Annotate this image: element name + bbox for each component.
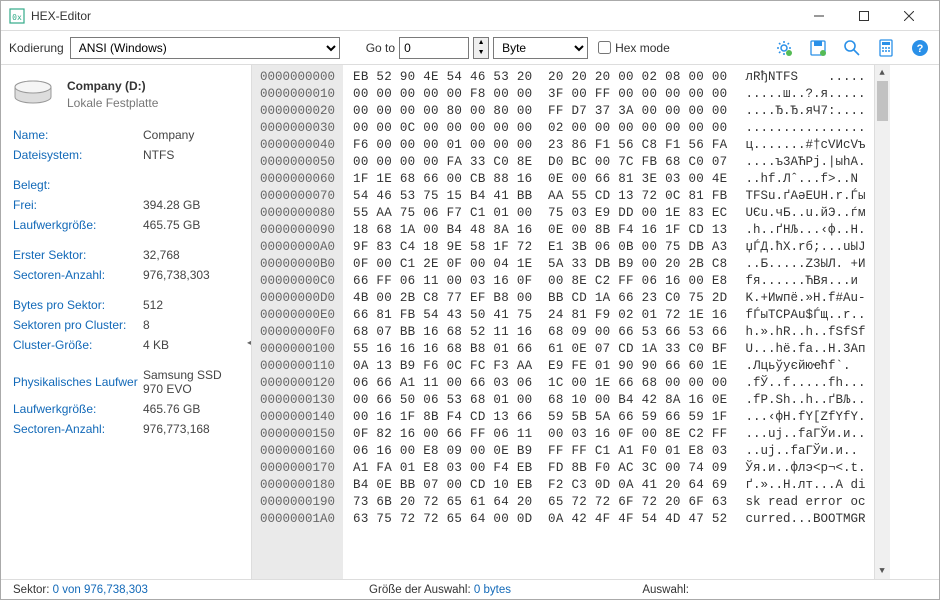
hex-offset-column: 0000000000 0000000010 0000000020 0000000… (252, 65, 343, 579)
bps-value: 512 (143, 298, 163, 312)
pseccount-label: Sectoren-Anzahl: (13, 422, 143, 436)
drive-subtitle: Lokale Festplatte (67, 96, 158, 110)
calculator-icon[interactable] (875, 37, 897, 59)
titlebar: 0x HEX-Editor (1, 1, 939, 31)
close-button[interactable] (886, 1, 931, 30)
scroll-down-icon[interactable]: ▼ (875, 563, 890, 579)
psize-value: 465.76 GB (143, 402, 200, 416)
psize-label: Laufwerkgröße: (13, 402, 143, 416)
search-icon[interactable] (841, 37, 863, 59)
free-value: 394.28 GB (143, 198, 200, 212)
hex-view[interactable]: 0000000000 0000000010 0000000020 0000000… (251, 65, 939, 579)
cs-label: Cluster-Größe: (13, 338, 143, 352)
name-value: Company (143, 128, 194, 142)
scroll-up-icon[interactable]: ▲ (875, 65, 890, 81)
size-label: Laufwerkgröße: (13, 218, 143, 232)
used-label: Belegt: (13, 178, 143, 192)
phys-label: Physikalisches Laufwer (13, 375, 143, 389)
disk-save-icon[interactable] (807, 37, 829, 59)
spinner-down-icon[interactable]: ▼ (474, 48, 488, 58)
spc-value: 8 (143, 318, 150, 332)
phys-value: Samsung SSD 970 EVO (143, 368, 239, 396)
goto-input[interactable] (399, 37, 469, 59)
cs-value: 4 KB (143, 338, 169, 352)
hexmode-checkbox[interactable] (598, 41, 611, 54)
fs-value: NTFS (143, 148, 174, 162)
seccount-value: 976,738,303 (143, 268, 210, 282)
settings-gear-icon[interactable] (773, 37, 795, 59)
minimize-button[interactable] (796, 1, 841, 30)
window-title: HEX-Editor (31, 9, 796, 23)
scroll-thumb[interactable] (877, 81, 888, 121)
svg-text:0x: 0x (12, 13, 22, 22)
toolbar: Kodierung ANSI (Windows) Go to ▲ ▼ Byte … (1, 31, 939, 65)
hex-ascii-column[interactable]: лRђNTFS ..... .....ш..?.я..... ....Ђ.Ђ.я… (737, 65, 873, 579)
status-selection-label: Auswahl: (642, 584, 689, 596)
unit-select[interactable]: Byte (493, 37, 588, 59)
goto-spinner[interactable]: ▲ ▼ (473, 37, 489, 59)
maximize-button[interactable] (841, 1, 886, 30)
statusbar: Sektor: 0 von 976,738,303 Größe der Ausw… (1, 579, 939, 599)
spc-label: Sektoren pro Cluster: (13, 318, 143, 332)
encoding-label: Kodierung (9, 41, 64, 55)
spinner-up-icon[interactable]: ▲ (474, 38, 488, 48)
size-value: 465.75 GB (143, 218, 200, 232)
free-label: Frei: (13, 198, 143, 212)
status-sector-value: 0 von 976,738,303 (53, 584, 148, 596)
firstsec-value: 32,768 (143, 248, 180, 262)
scrollbar[interactable]: ▲ ▼ (874, 65, 890, 579)
name-label: Name: (13, 128, 143, 142)
help-icon[interactable]: ? (909, 37, 931, 59)
app-icon: 0x (9, 8, 25, 24)
hex-bytes-column[interactable]: EB 52 90 4E 54 46 53 20 20 20 20 00 02 0… (343, 65, 737, 579)
svg-text:?: ? (917, 43, 924, 55)
pseccount-value: 976,773,168 (143, 422, 210, 436)
firstsec-label: Erster Sektor: (13, 248, 143, 262)
goto-label: Go to (366, 41, 395, 55)
drive-icon (13, 79, 53, 107)
status-sel-value: 0 bytes (474, 584, 511, 596)
bps-label: Bytes pro Sektor: (13, 298, 143, 312)
status-sel-label: Größe der Auswahl: (369, 584, 471, 596)
status-sector-label: Sektor: (13, 584, 49, 596)
hexmode-label: Hex mode (615, 41, 670, 55)
seccount-label: Sectoren-Anzahl: (13, 268, 143, 282)
drive-title: Company (D:) (67, 79, 158, 93)
encoding-select[interactable]: ANSI (Windows) (70, 37, 340, 59)
fs-label: Dateisystem: (13, 148, 143, 162)
sidebar: Company (D:) Lokale Festplatte Name:Comp… (1, 65, 251, 579)
